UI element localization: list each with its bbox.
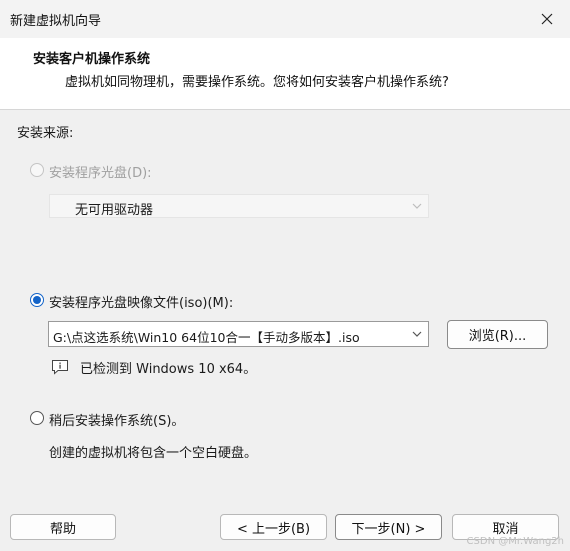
cancel-button-label: 取消 bbox=[492, 521, 519, 537]
info-icon bbox=[52, 360, 68, 375]
browse-button[interactable]: 浏览(R)... bbox=[447, 320, 548, 349]
disc-radio[interactable] bbox=[30, 163, 44, 177]
disc-option-label: 安装程序光盘(D): bbox=[49, 166, 152, 181]
back-button-label: < 上一步(B) bbox=[236, 521, 311, 537]
title-bar: 新建虚拟机向导 bbox=[0, 0, 570, 38]
disc-drive-value: 无可用驱动器 bbox=[75, 203, 154, 218]
install-source-label: 安装来源: bbox=[17, 126, 74, 141]
close-icon bbox=[541, 13, 553, 25]
close-button[interactable] bbox=[524, 0, 570, 38]
next-button-label: 下一步(N) > bbox=[351, 521, 426, 537]
window-title: 新建虚拟机向导 bbox=[10, 14, 102, 29]
iso-radio[interactable] bbox=[30, 293, 44, 307]
chevron-down-icon bbox=[412, 331, 422, 337]
detected-os-text: 已检测到 Windows 10 x64。 bbox=[80, 362, 257, 377]
back-button[interactable]: < 上一步(B) bbox=[220, 514, 327, 540]
install-later-description: 创建的虚拟机将包含一个空白硬盘。 bbox=[49, 446, 258, 461]
iso-path-value: G:\点这选系统\Win10 64位10合一【手动多版本】.iso bbox=[53, 330, 360, 345]
help-button-label: 帮助 bbox=[49, 521, 76, 537]
watermark: CSDN @Mr.Wang2h bbox=[466, 536, 564, 547]
browse-button-label: 浏览(R)... bbox=[468, 329, 527, 344]
wizard-header: 安装客户机操作系统 虚拟机如同物理机，需要操作系统。您将如何安装客户机操作系统? bbox=[0, 38, 570, 110]
install-later-radio[interactable] bbox=[30, 411, 44, 425]
iso-option-label: 安装程序光盘映像文件(iso)(M): bbox=[49, 296, 234, 311]
install-later-label: 稍后安装操作系统(S)。 bbox=[49, 414, 185, 429]
disc-drive-select[interactable]: 无可用驱动器 bbox=[49, 194, 429, 218]
iso-path-select[interactable]: G:\点这选系统\Win10 64位10合一【手动多版本】.iso bbox=[48, 321, 429, 347]
next-button[interactable]: 下一步(N) > bbox=[335, 514, 442, 540]
chevron-down-icon bbox=[412, 203, 422, 209]
help-button[interactable]: 帮助 bbox=[10, 514, 116, 540]
page-title: 安装客户机操作系统 bbox=[33, 52, 151, 67]
page-subtitle: 虚拟机如同物理机，需要操作系统。您将如何安装客户机操作系统? bbox=[65, 75, 449, 90]
